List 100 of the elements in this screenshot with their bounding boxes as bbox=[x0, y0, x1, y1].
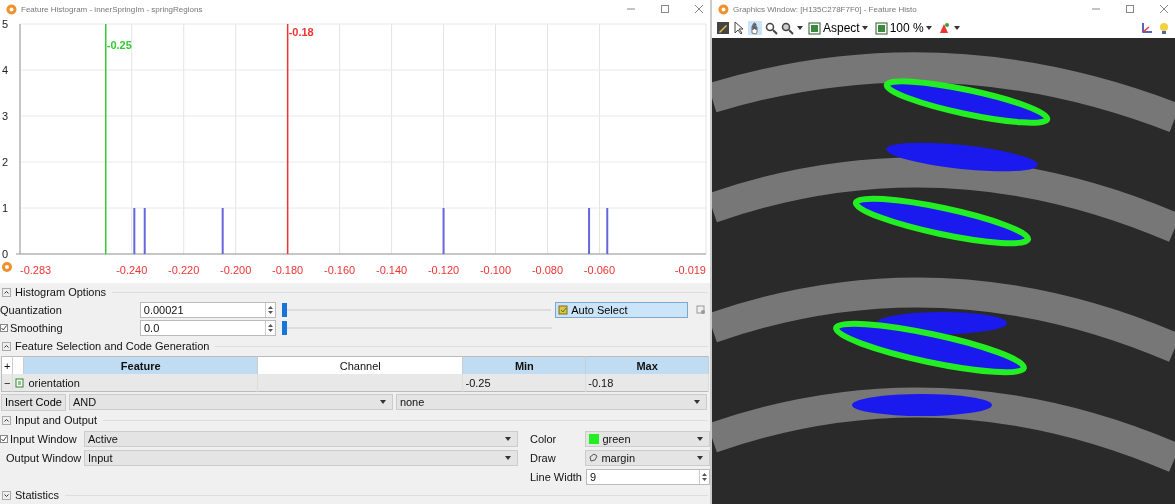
checkbox[interactable] bbox=[0, 324, 8, 332]
axis-tick-label: -0.080 bbox=[531, 264, 564, 276]
field-label: Quantization bbox=[0, 304, 62, 316]
threshold-line[interactable] bbox=[286, 23, 289, 255]
auto-select-button[interactable]: Auto Select bbox=[555, 302, 688, 318]
caret-icon bbox=[925, 26, 932, 30]
column-header[interactable]: Max bbox=[585, 356, 709, 374]
column-header[interactable]: Min bbox=[463, 356, 586, 374]
zoom-icon[interactable] bbox=[781, 21, 794, 35]
checkbox[interactable] bbox=[0, 434, 8, 443]
zoom-dropdown[interactable]: 100 % bbox=[872, 21, 934, 35]
caret-icon bbox=[953, 26, 960, 30]
field-label: Smoothing bbox=[10, 322, 63, 334]
window-title: Graphics Window: [H135C278F7F0] - Feature Histo bbox=[733, 4, 918, 14]
spinner-arrows-icon[interactable] bbox=[268, 323, 273, 333]
close-icon[interactable] bbox=[694, 4, 704, 14]
feature-icon bbox=[15, 377, 26, 388]
table-cell: -0.18 bbox=[588, 376, 614, 389]
column-header[interactable]: Channel bbox=[257, 356, 463, 374]
caret-icon bbox=[697, 436, 703, 441]
axis-tick-label: -0.160 bbox=[324, 264, 356, 276]
axis-tick-label: -0.140 bbox=[376, 264, 408, 276]
collapse-toggle-icon[interactable] bbox=[2, 287, 11, 297]
insert-code-button[interactable]: Insert Code bbox=[1, 393, 66, 411]
axis-tick-label: 4 bbox=[2, 64, 9, 76]
collapse-toggle-icon[interactable] bbox=[2, 341, 11, 351]
app-icon bbox=[6, 3, 17, 15]
color-dropdown[interactable]: green bbox=[585, 430, 710, 447]
shape-outline-icon bbox=[589, 453, 599, 462]
spinner-arrows-icon[interactable] bbox=[702, 471, 707, 482]
caret-icon bbox=[505, 455, 511, 460]
histogram-bar bbox=[442, 208, 445, 254]
output-window-dropdown[interactable]: Input bbox=[84, 449, 518, 466]
app-icon bbox=[718, 3, 729, 15]
histogram-bar bbox=[588, 208, 591, 254]
operator-dropdown[interactable]: AND bbox=[68, 394, 393, 410]
axes-icon[interactable] bbox=[1140, 21, 1154, 35]
caret-icon bbox=[694, 400, 700, 404]
caret-icon bbox=[697, 455, 703, 460]
table-cell: orientation bbox=[28, 376, 80, 389]
axis-tick-label: -0.100 bbox=[479, 264, 512, 276]
close-icon[interactable] bbox=[1159, 4, 1169, 14]
axis-tick-label: -0.060 bbox=[583, 264, 616, 276]
spin-field[interactable]: 0.00021 bbox=[139, 302, 276, 318]
slider-thumb[interactable] bbox=[282, 321, 287, 335]
axis-tick-label: 5 bbox=[2, 18, 9, 30]
slider-thumb[interactable] bbox=[281, 303, 287, 317]
threshold-label: -0.25 bbox=[106, 39, 132, 51]
axis-tick-label: -0.180 bbox=[272, 264, 304, 276]
field-label: Input Window bbox=[10, 432, 77, 445]
window-title: Feature Histogram - innerSpringIm - springRegions bbox=[21, 4, 204, 14]
axis-tick-label: 1 bbox=[2, 202, 9, 214]
table-cell: -0.25 bbox=[465, 376, 491, 389]
histogram-bar bbox=[143, 208, 146, 254]
target-dropdown[interactable]: none bbox=[395, 394, 707, 410]
section-title: Statistics bbox=[15, 489, 59, 501]
axis-tick-label: -0.019 bbox=[674, 264, 706, 276]
image-icon bbox=[874, 21, 888, 35]
field-label: Output Window bbox=[6, 451, 82, 464]
field-label: Draw bbox=[530, 451, 557, 464]
hand-icon[interactable] bbox=[748, 21, 762, 35]
histogram-bar bbox=[606, 208, 609, 254]
caret-icon bbox=[861, 26, 868, 30]
field-label: Line Width bbox=[530, 470, 582, 483]
spinner-arrows-icon[interactable] bbox=[267, 305, 273, 315]
histogram-bar bbox=[221, 208, 224, 254]
caret-icon bbox=[379, 400, 386, 404]
axis-tick-label: 2 bbox=[2, 156, 9, 168]
section-title: Input and Output bbox=[15, 414, 97, 426]
aspect-dropdown[interactable]: Aspect bbox=[806, 21, 870, 35]
caret-icon bbox=[505, 436, 511, 441]
axis-tick-label: 0 bbox=[2, 248, 9, 260]
column-header[interactable]: Feature bbox=[23, 356, 258, 374]
remove-row-button[interactable]: − bbox=[4, 376, 11, 389]
axis-tick-label: -0.120 bbox=[427, 264, 460, 276]
pencil-icon[interactable] bbox=[716, 21, 730, 35]
axis-tick-label: -0.220 bbox=[168, 264, 200, 276]
axis-tick-label: 3 bbox=[2, 110, 9, 122]
histogram-bar bbox=[133, 208, 136, 254]
caret-icon bbox=[797, 26, 803, 30]
spin-field[interactable]: 0.0 bbox=[140, 320, 276, 336]
lightbulb-icon[interactable] bbox=[1157, 21, 1171, 35]
section-title: Feature Selection and Code Generation bbox=[15, 340, 210, 352]
line-width-field[interactable]: 9 bbox=[586, 468, 710, 485]
maximize-icon[interactable] bbox=[1125, 4, 1135, 14]
field-label: Color bbox=[530, 432, 558, 445]
axis-tick-label: -0.200 bbox=[220, 264, 252, 276]
axis-tick-label: -0.240 bbox=[116, 264, 148, 276]
threshold-label: -0.18 bbox=[288, 26, 314, 38]
draw-dropdown[interactable]: margin bbox=[585, 449, 710, 466]
pointer-icon[interactable] bbox=[733, 21, 745, 35]
collapse-toggle-icon[interactable] bbox=[2, 415, 11, 425]
image-icon bbox=[808, 21, 821, 35]
search-icon[interactable] bbox=[765, 21, 778, 35]
axis-tick-label: -0.283 bbox=[20, 264, 52, 276]
input-window-dropdown[interactable]: Active bbox=[84, 430, 518, 447]
section-title: Histogram Options bbox=[15, 286, 107, 298]
collapse-toggle-icon[interactable] bbox=[2, 490, 11, 500]
checklist-icon bbox=[558, 305, 569, 315]
maximize-icon[interactable] bbox=[660, 4, 670, 14]
